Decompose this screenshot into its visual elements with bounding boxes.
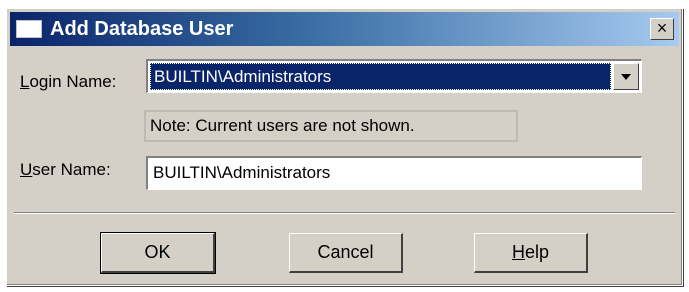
login-name-selected-value[interactable]: BUILTIN\Administrators — [150, 63, 611, 90]
help-button-mnemonic: H — [511, 242, 525, 262]
ok-button[interactable]: OK — [100, 232, 216, 274]
help-button-text: elp — [524, 242, 550, 262]
user-name-label: User Name: — [20, 160, 111, 180]
login-name-label: Login Name: — [20, 72, 116, 92]
user-name-label-text: ser Name: — [32, 160, 111, 179]
note-text: Note: Current users are not shown. — [144, 110, 518, 142]
login-name-label-text: ogin Name: — [29, 72, 117, 91]
login-name-dropdown[interactable]: BUILTIN\Administrators — [146, 59, 642, 93]
separator-line — [14, 212, 675, 214]
user-name-field[interactable]: BUILTIN\Administrators — [146, 156, 642, 190]
chevron-down-icon — [621, 74, 631, 80]
user-name-label-mnemonic: U — [20, 160, 33, 179]
title-bar[interactable]: Add Database User × — [10, 12, 679, 46]
help-button[interactable]: Help — [474, 233, 588, 273]
close-icon: × — [656, 18, 668, 38]
close-button[interactable]: × — [650, 18, 674, 40]
dialog-title: Add Database User — [50, 18, 234, 40]
cancel-button[interactable]: Cancel — [289, 233, 403, 273]
dropdown-arrow-button[interactable] — [613, 63, 639, 90]
window-icon — [16, 20, 42, 38]
